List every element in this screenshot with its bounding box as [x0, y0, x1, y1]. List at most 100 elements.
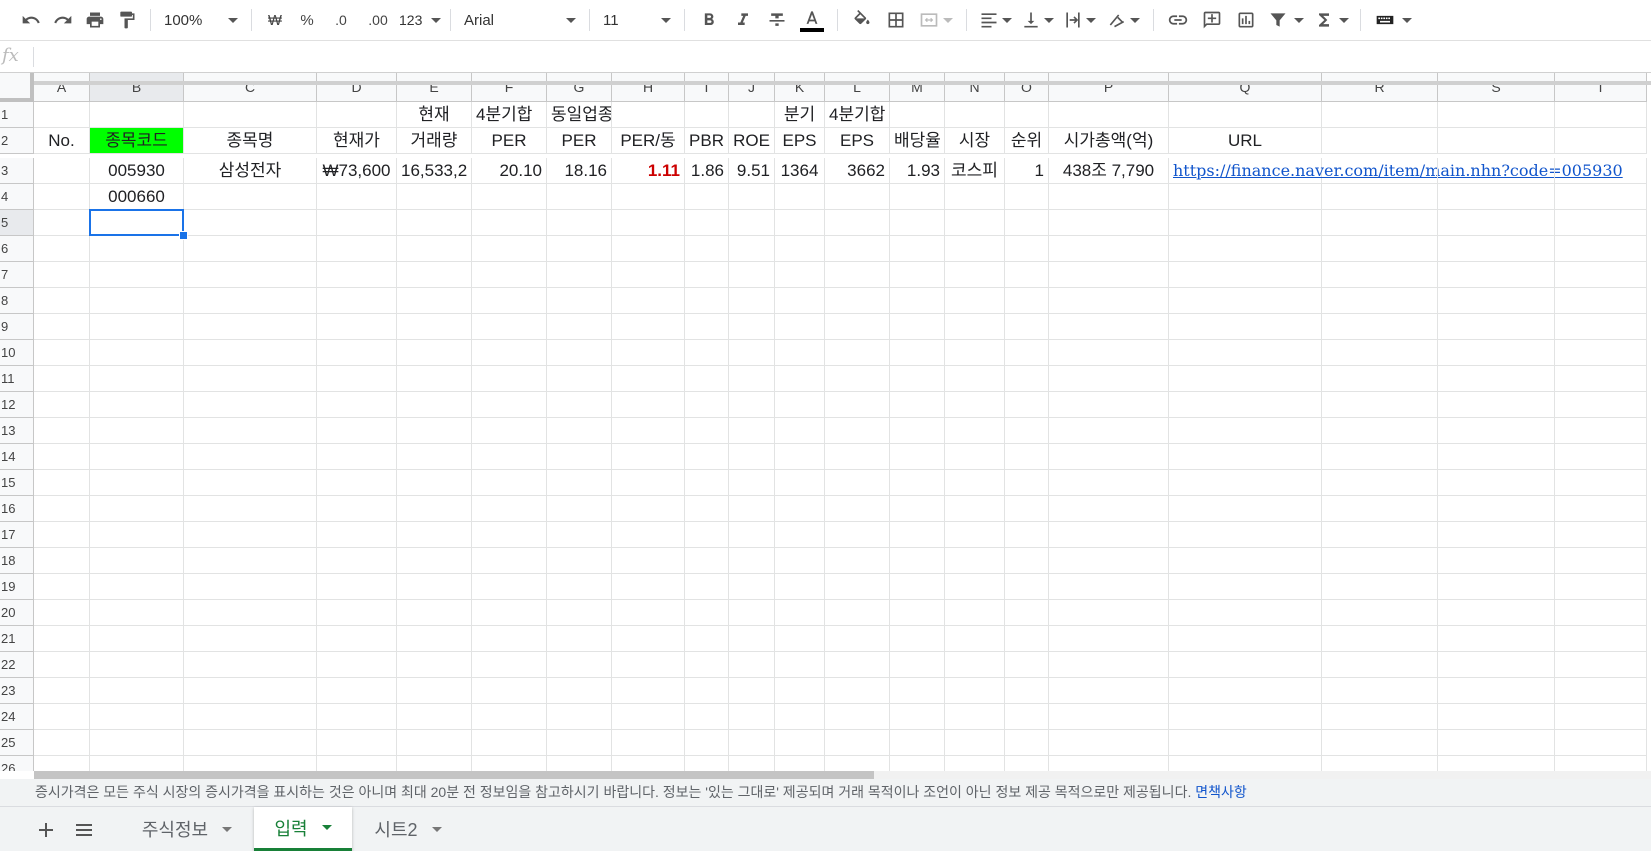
cell-n4[interactable]: [945, 184, 1005, 210]
cell-q21[interactable]: [1169, 626, 1322, 652]
cell-f3[interactable]: 20.10: [472, 158, 547, 184]
cell-t15[interactable]: [1555, 470, 1647, 496]
cell-l17[interactable]: [825, 522, 890, 548]
cell-a26[interactable]: [34, 756, 90, 771]
cell-a18[interactable]: [34, 548, 90, 574]
cell-k5[interactable]: [775, 210, 825, 236]
cell-i19[interactable]: [685, 574, 729, 600]
cell-f18[interactable]: [472, 548, 547, 574]
cell-k6[interactable]: [775, 236, 825, 262]
cell-i1[interactable]: [685, 102, 729, 128]
column-header-s[interactable]: S: [1438, 73, 1555, 102]
cell-s23[interactable]: [1438, 678, 1555, 704]
cell-e6[interactable]: [397, 236, 472, 262]
cell-k19[interactable]: [775, 574, 825, 600]
column-header-c[interactable]: C: [184, 73, 317, 102]
cell-a15[interactable]: [34, 470, 90, 496]
column-header-p[interactable]: P: [1049, 73, 1169, 102]
strikethrough-button[interactable]: [760, 4, 794, 36]
cell-p20[interactable]: [1049, 600, 1169, 626]
cell-l2[interactable]: EPS: [825, 128, 890, 154]
cell-c13[interactable]: [184, 418, 317, 444]
cell-p6[interactable]: [1049, 236, 1169, 262]
cell-o9[interactable]: [1005, 314, 1049, 340]
cell-t14[interactable]: [1555, 444, 1647, 470]
cell-s16[interactable]: [1438, 496, 1555, 522]
cell-l14[interactable]: [825, 444, 890, 470]
cell-l24[interactable]: [825, 704, 890, 730]
font-family-select[interactable]: Arial: [458, 5, 582, 35]
cell-o21[interactable]: [1005, 626, 1049, 652]
cell-r4[interactable]: [1322, 184, 1438, 210]
cell-k17[interactable]: [775, 522, 825, 548]
cell-e25[interactable]: [397, 730, 472, 756]
cell-i20[interactable]: [685, 600, 729, 626]
cell-g9[interactable]: [547, 314, 612, 340]
cell-q14[interactable]: [1169, 444, 1322, 470]
cell-a20[interactable]: [34, 600, 90, 626]
cell-d13[interactable]: [317, 418, 397, 444]
increase-decimal-button[interactable]: .00: [359, 4, 397, 36]
cell-l8[interactable]: [825, 288, 890, 314]
cell-n9[interactable]: [945, 314, 1005, 340]
cell-f25[interactable]: [472, 730, 547, 756]
cell-p24[interactable]: [1049, 704, 1169, 730]
cell-c4[interactable]: [184, 184, 317, 210]
cell-m13[interactable]: [890, 418, 945, 444]
cell-e11[interactable]: [397, 366, 472, 392]
cell-h15[interactable]: [612, 470, 685, 496]
cell-g3[interactable]: 18.16: [547, 158, 612, 184]
cell-k11[interactable]: [775, 366, 825, 392]
row-header-18[interactable]: 18: [0, 548, 34, 574]
functions-button[interactable]: [1309, 4, 1353, 36]
cell-b15[interactable]: [90, 470, 184, 496]
cell-m17[interactable]: [890, 522, 945, 548]
cell-f9[interactable]: [472, 314, 547, 340]
cell-k22[interactable]: [775, 652, 825, 678]
cell-r2[interactable]: [1322, 128, 1438, 154]
column-header-h[interactable]: H: [612, 73, 685, 102]
cell-c17[interactable]: [184, 522, 317, 548]
cell-b12[interactable]: [90, 392, 184, 418]
scrollbar-thumb[interactable]: [34, 771, 874, 779]
cell-h1[interactable]: [612, 102, 685, 128]
cell-i13[interactable]: [685, 418, 729, 444]
cell-i24[interactable]: [685, 704, 729, 730]
cell-n26[interactable]: [945, 756, 1005, 771]
cell-o11[interactable]: [1005, 366, 1049, 392]
cell-g6[interactable]: [547, 236, 612, 262]
cell-m7[interactable]: [890, 262, 945, 288]
cell-s18[interactable]: [1438, 548, 1555, 574]
cell-o14[interactable]: [1005, 444, 1049, 470]
cell-j6[interactable]: [729, 236, 775, 262]
fill-color-button[interactable]: [845, 4, 879, 36]
cell-g23[interactable]: [547, 678, 612, 704]
cell-e26[interactable]: [397, 756, 472, 771]
cell-f6[interactable]: [472, 236, 547, 262]
cell-r7[interactable]: [1322, 262, 1438, 288]
cell-n11[interactable]: [945, 366, 1005, 392]
cell-c19[interactable]: [184, 574, 317, 600]
column-header-j[interactable]: J: [729, 73, 775, 102]
row-header-5[interactable]: 5: [0, 210, 34, 236]
cell-q22[interactable]: [1169, 652, 1322, 678]
cell-d5[interactable]: [317, 210, 397, 236]
cell-t8[interactable]: [1555, 288, 1647, 314]
cell-d25[interactable]: [317, 730, 397, 756]
cell-d24[interactable]: [317, 704, 397, 730]
column-header-a[interactable]: A: [34, 73, 90, 102]
cell-k24[interactable]: [775, 704, 825, 730]
cell-m25[interactable]: [890, 730, 945, 756]
cell-j9[interactable]: [729, 314, 775, 340]
cell-l5[interactable]: [825, 210, 890, 236]
cell-h8[interactable]: [612, 288, 685, 314]
cell-e8[interactable]: [397, 288, 472, 314]
cell-i16[interactable]: [685, 496, 729, 522]
cell-t7[interactable]: [1555, 262, 1647, 288]
cell-p23[interactable]: [1049, 678, 1169, 704]
cell-l7[interactable]: [825, 262, 890, 288]
cell-h17[interactable]: [612, 522, 685, 548]
cell-p14[interactable]: [1049, 444, 1169, 470]
cell-o15[interactable]: [1005, 470, 1049, 496]
cell-a11[interactable]: [34, 366, 90, 392]
